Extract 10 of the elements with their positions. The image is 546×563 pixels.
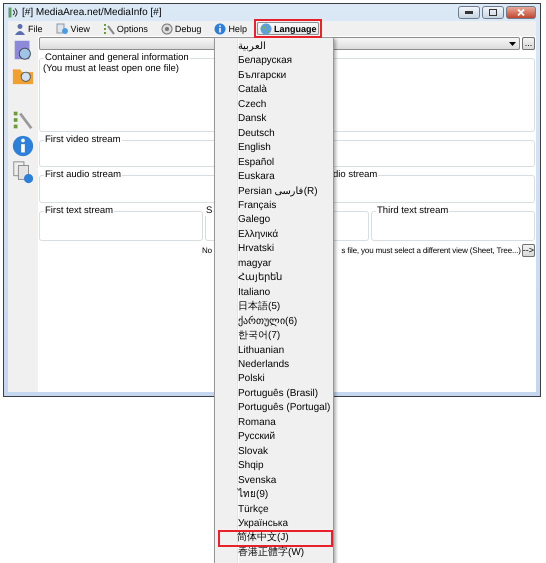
group-label: Third text stream [376,206,450,216]
group-label: First video stream [44,135,122,145]
window-title: [#] MediaArea.net/MediaInfo [#] [22,7,163,18]
group-label: Container and general information [44,53,190,63]
notice-text: s file, you must select a different view (Sheet, Tree...) [341,246,521,254]
notice-text: No [202,246,212,254]
group-label: First text stream [44,206,114,216]
group-label: First audio stream [44,170,122,180]
group-label: S [205,206,214,216]
info-text: (You must at least open one file) [43,63,180,74]
